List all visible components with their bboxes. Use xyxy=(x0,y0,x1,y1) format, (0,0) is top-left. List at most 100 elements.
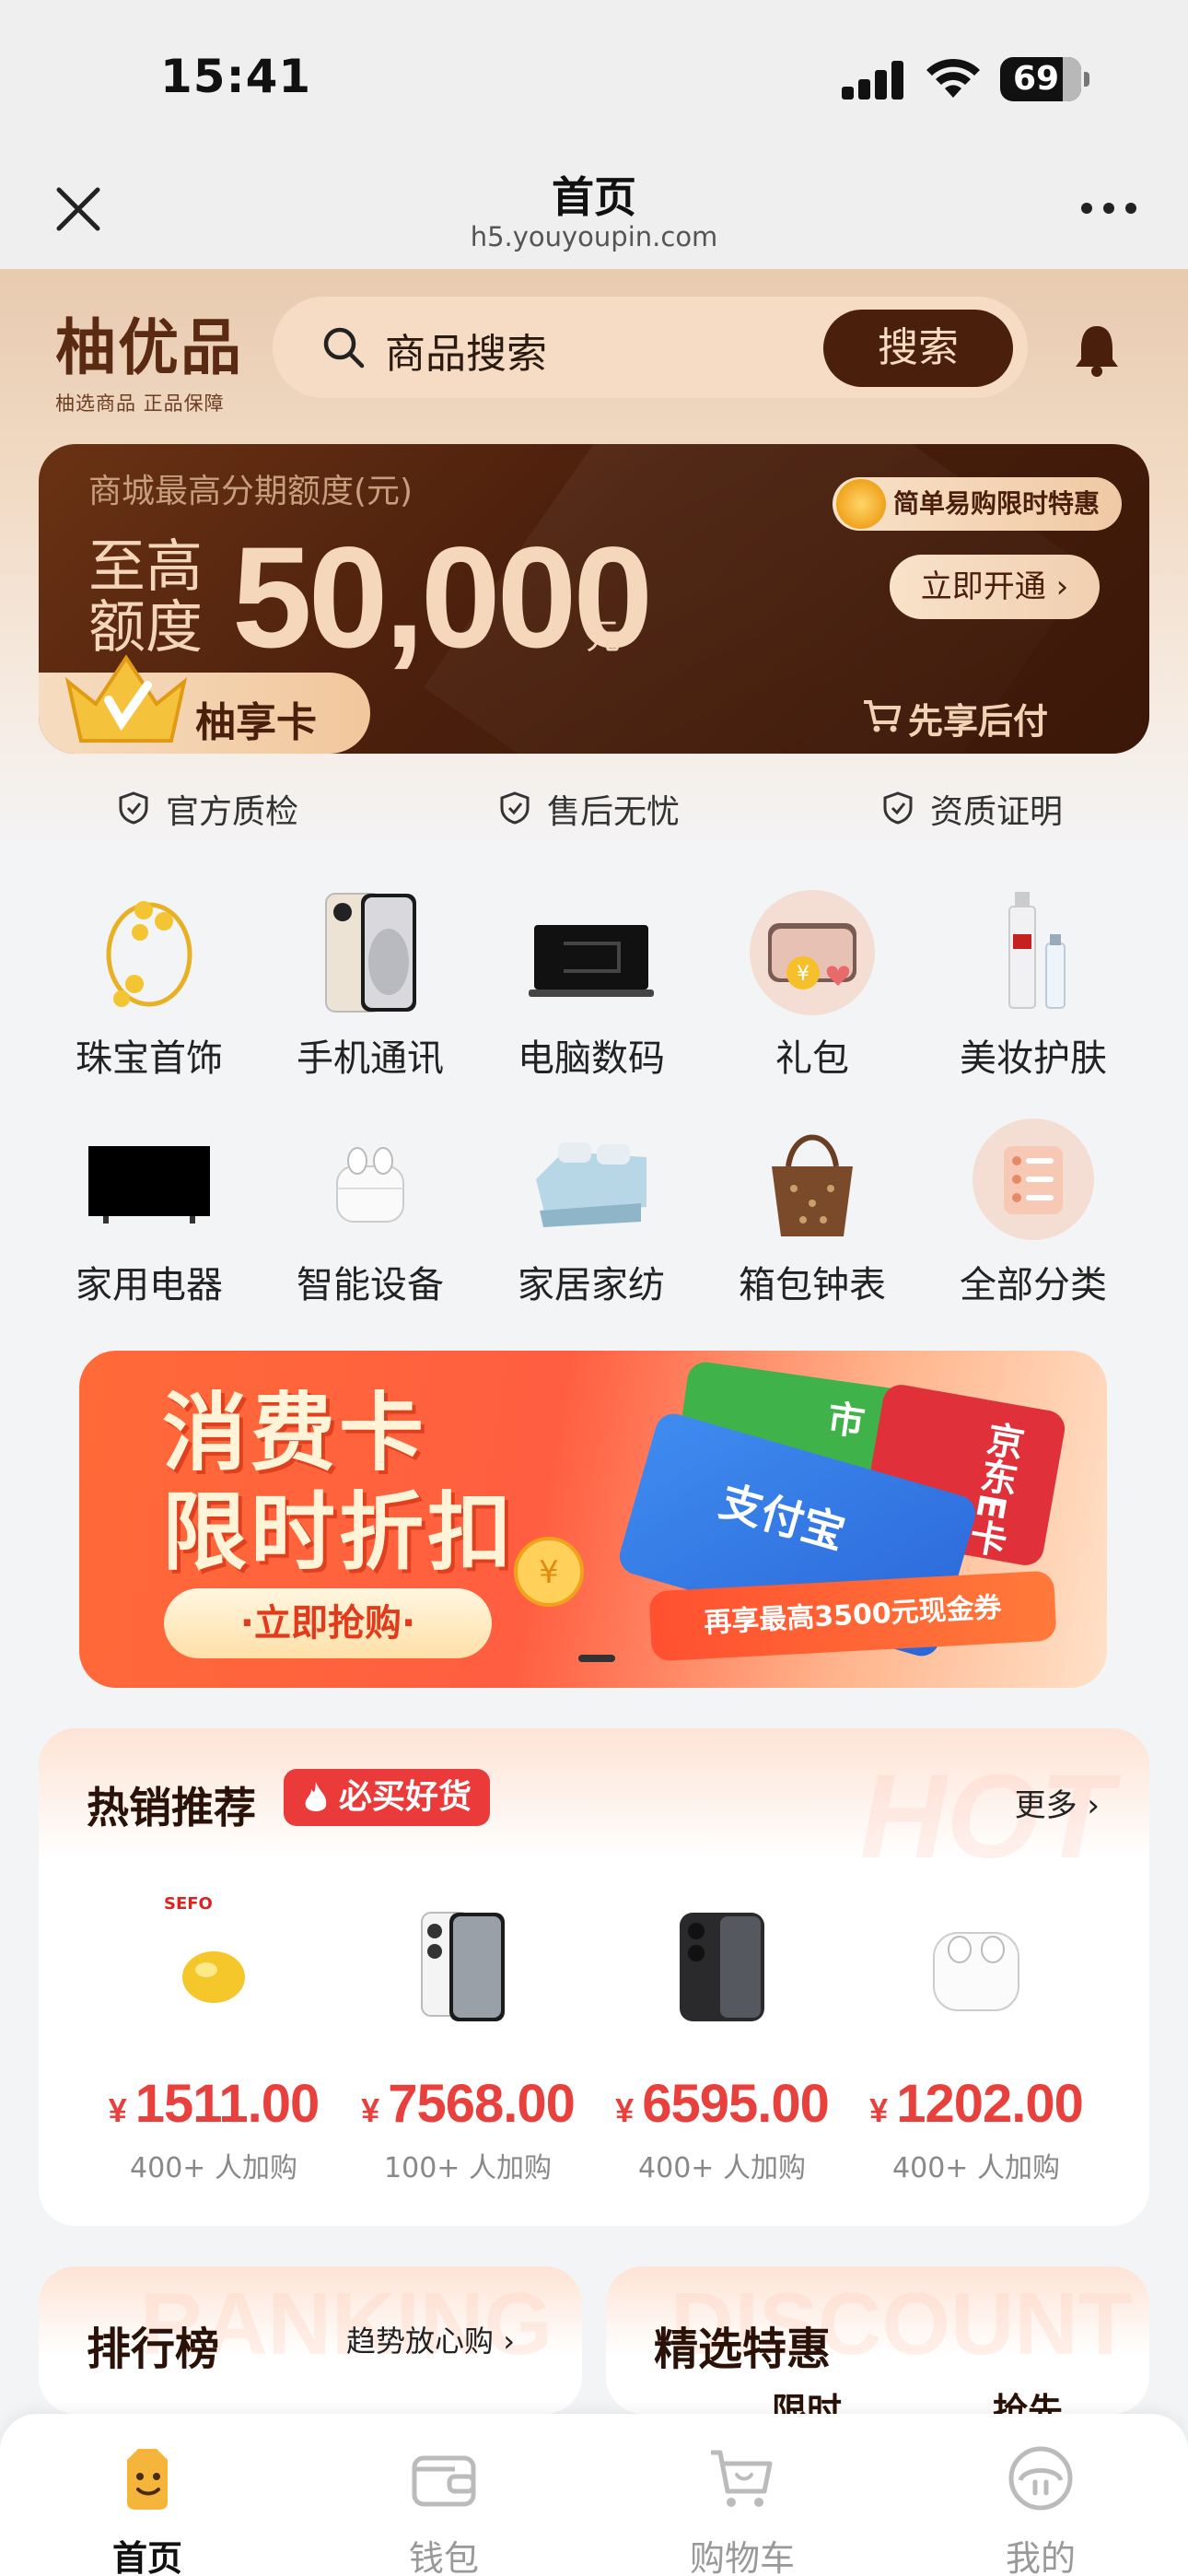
search-button[interactable]: 搜索 xyxy=(823,310,1013,387)
fire-icon xyxy=(305,1782,327,1811)
section-title: 热销推荐 xyxy=(87,1783,256,1832)
category-bags-watches[interactable]: 箱包钟表 xyxy=(702,1115,923,1332)
category-label: 全部分类 xyxy=(960,1264,1107,1306)
tab-home[interactable]: 首页 xyxy=(55,2441,239,2576)
hero-header: 柚优品 柚选商品 正品保障 商品搜索 搜索 商城最高分期额度(元) 至高 额度 5… xyxy=(0,269,1188,859)
more-options-icon[interactable] xyxy=(1081,203,1136,216)
svg-text:¥: ¥ xyxy=(797,963,809,986)
category-label: 手机通讯 xyxy=(297,1037,444,1080)
airpods-icon xyxy=(933,1932,1019,2011)
product-card[interactable]: ¥6595.00 400+ 人加购 xyxy=(595,1885,849,2207)
product-add-count: 400+ 人加购 xyxy=(638,2152,806,2184)
gold-bean-icon: SEFO xyxy=(164,1894,245,2003)
category-label: 礼包 xyxy=(775,1037,849,1080)
star-coin-icon xyxy=(836,479,886,529)
ranking-title: 排行榜 xyxy=(87,2324,220,2375)
phone-icon xyxy=(325,893,416,1013)
category-label: 箱包钟表 xyxy=(739,1264,886,1306)
cosmetics-icon xyxy=(1008,892,1066,1009)
installment-credit-card[interactable]: 商城最高分期额度(元) 至高 额度 50,000 元 简单易购限时特惠 立即开通 … xyxy=(39,444,1149,754)
buy-now-button[interactable]: ·立即抢购· xyxy=(164,1588,492,1658)
membership-card-name: 柚享卡 xyxy=(195,699,317,746)
ranking-link[interactable]: 趋势放心购 › xyxy=(346,2318,515,2360)
handbag-icon xyxy=(772,1134,853,1236)
assurance-quality: 官方质检 xyxy=(119,785,299,833)
tab-cart[interactable]: 购物车 xyxy=(650,2441,834,2576)
home-face-icon xyxy=(127,2449,168,2510)
category-phones[interactable]: 手机通讯 xyxy=(260,888,481,1106)
jewelry-icon xyxy=(106,901,192,1007)
battery-level: 69 xyxy=(1013,60,1060,98)
category-computers[interactable]: 电脑数码 xyxy=(481,888,702,1106)
shield-check-icon xyxy=(119,791,148,825)
iphone-silver-icon xyxy=(421,1912,505,2021)
tab-wallet[interactable]: 钱包 xyxy=(352,2441,536,2576)
currency-symbol: ¥ xyxy=(615,2091,634,2129)
product-card[interactable]: ¥7568.00 100+ 人加购 xyxy=(341,1885,595,2207)
more-label: 更多 xyxy=(1014,1787,1077,1824)
tab-profile[interactable]: 我的 xyxy=(949,2441,1133,2576)
pay-later-text: 先享后付 xyxy=(908,701,1049,742)
category-home-textiles[interactable]: 家居家纺 xyxy=(481,1115,702,1332)
must-buy-tag: 必买好货 xyxy=(284,1769,491,1826)
tab-label: 我的 xyxy=(1005,2538,1076,2576)
category-gift-pack[interactable]: ¥ 礼包 xyxy=(702,888,923,1106)
product-price: ¥1511.00 xyxy=(87,2073,341,2135)
discount-panel[interactable]: DISCOUNT 精选特惠 限时 抢先 xyxy=(606,2266,1149,2414)
price-value: 1511.00 xyxy=(134,2074,320,2134)
discount-mini-2: 抢先 xyxy=(993,2391,1064,2414)
category-jewelry[interactable]: 珠宝首饰 xyxy=(39,888,260,1106)
bottom-tab-bar: 首页 钱包 购物车 我的 xyxy=(0,2414,1188,2576)
cart-icon xyxy=(864,700,901,732)
gift-card-alipay-label: 支付宝 xyxy=(714,1475,851,1559)
search-input[interactable]: 商品搜索 xyxy=(385,321,547,380)
page-title: 首页 xyxy=(552,172,636,222)
cart-icon xyxy=(711,2450,773,2507)
product-price: ¥7568.00 xyxy=(341,2073,595,2135)
search-icon xyxy=(323,327,365,369)
svg-text:¥: ¥ xyxy=(539,1554,559,1591)
earbuds-icon xyxy=(336,1147,404,1223)
product-card[interactable]: SEFO ¥1511.00 400+ 人加购 xyxy=(87,1885,341,2207)
product-add-count: 400+ 人加购 xyxy=(130,2152,297,2184)
open-now-label: 立即开通 xyxy=(920,568,1046,605)
assurance-text: 官方质检 xyxy=(166,793,299,831)
ranking-subtitle: 趋势放心购 xyxy=(346,2324,495,2359)
price-value: 1202.00 xyxy=(896,2074,1084,2134)
more-link[interactable]: 更多 › xyxy=(1015,1780,1100,1825)
consumer-card-banner[interactable]: 消费卡 限时折扣 ·立即抢购· 天猫超市 京东E卡 支付宝 ¥ 再享最高3500… xyxy=(79,1351,1107,1688)
currency-symbol: ¥ xyxy=(869,2091,888,2129)
membership-card-badge: 柚享卡 xyxy=(39,654,370,754)
product-price: ¥1202.00 xyxy=(849,2073,1103,2135)
banner-line2: 限时折扣 xyxy=(162,1483,517,1582)
category-label: 智能设备 xyxy=(297,1264,444,1306)
category-cosmetics[interactable]: 美妆护肤 xyxy=(923,888,1144,1106)
promo-badge: 简单易购限时特惠 xyxy=(833,477,1123,531)
discount-title: 精选特惠 xyxy=(654,2324,832,2375)
assurance-text: 售后无忧 xyxy=(547,793,681,831)
laptop-icon xyxy=(529,925,654,997)
must-buy-text: 必买好货 xyxy=(339,1778,472,1816)
discount-mini-1: 限时 xyxy=(772,2391,843,2414)
wifi-icon xyxy=(926,58,980,98)
product-card[interactable]: ¥1202.00 400+ 人加购 xyxy=(849,1885,1103,2207)
profile-icon xyxy=(1008,2446,1073,2511)
shield-check-icon xyxy=(883,791,913,825)
battery-icon: 69 xyxy=(1000,57,1089,101)
product-price: ¥6595.00 xyxy=(595,2073,849,2135)
wallet-icon xyxy=(412,2455,476,2507)
price-value: 7568.00 xyxy=(388,2074,576,2134)
category-appliances[interactable]: 家用电器 xyxy=(39,1115,260,1332)
notification-bell-icon[interactable] xyxy=(1070,322,1124,378)
category-smart-devices[interactable]: 智能设备 xyxy=(260,1115,481,1332)
banner-line1: 消费卡 xyxy=(162,1384,428,1482)
page-url: h5.youyoupin.com xyxy=(470,221,718,252)
assurance-credentials[interactable]: 资质证明 xyxy=(883,785,1063,833)
category-all[interactable]: 全部分类 xyxy=(923,1115,1144,1332)
hot-recommendations: HOT 热销推荐 必买好货 更多 › SEFO ¥1511.00 400+ 人加… xyxy=(39,1728,1149,2226)
pay-later-label: 先享后付 xyxy=(864,693,1049,744)
banner-headline: 消费卡 限时折扣 xyxy=(162,1384,516,1583)
ranking-panel[interactable]: RANKING 排行榜 趋势放心购 › xyxy=(39,2266,582,2414)
tab-label: 首页 xyxy=(111,2538,182,2576)
open-now-button[interactable]: 立即开通 › xyxy=(890,555,1100,619)
